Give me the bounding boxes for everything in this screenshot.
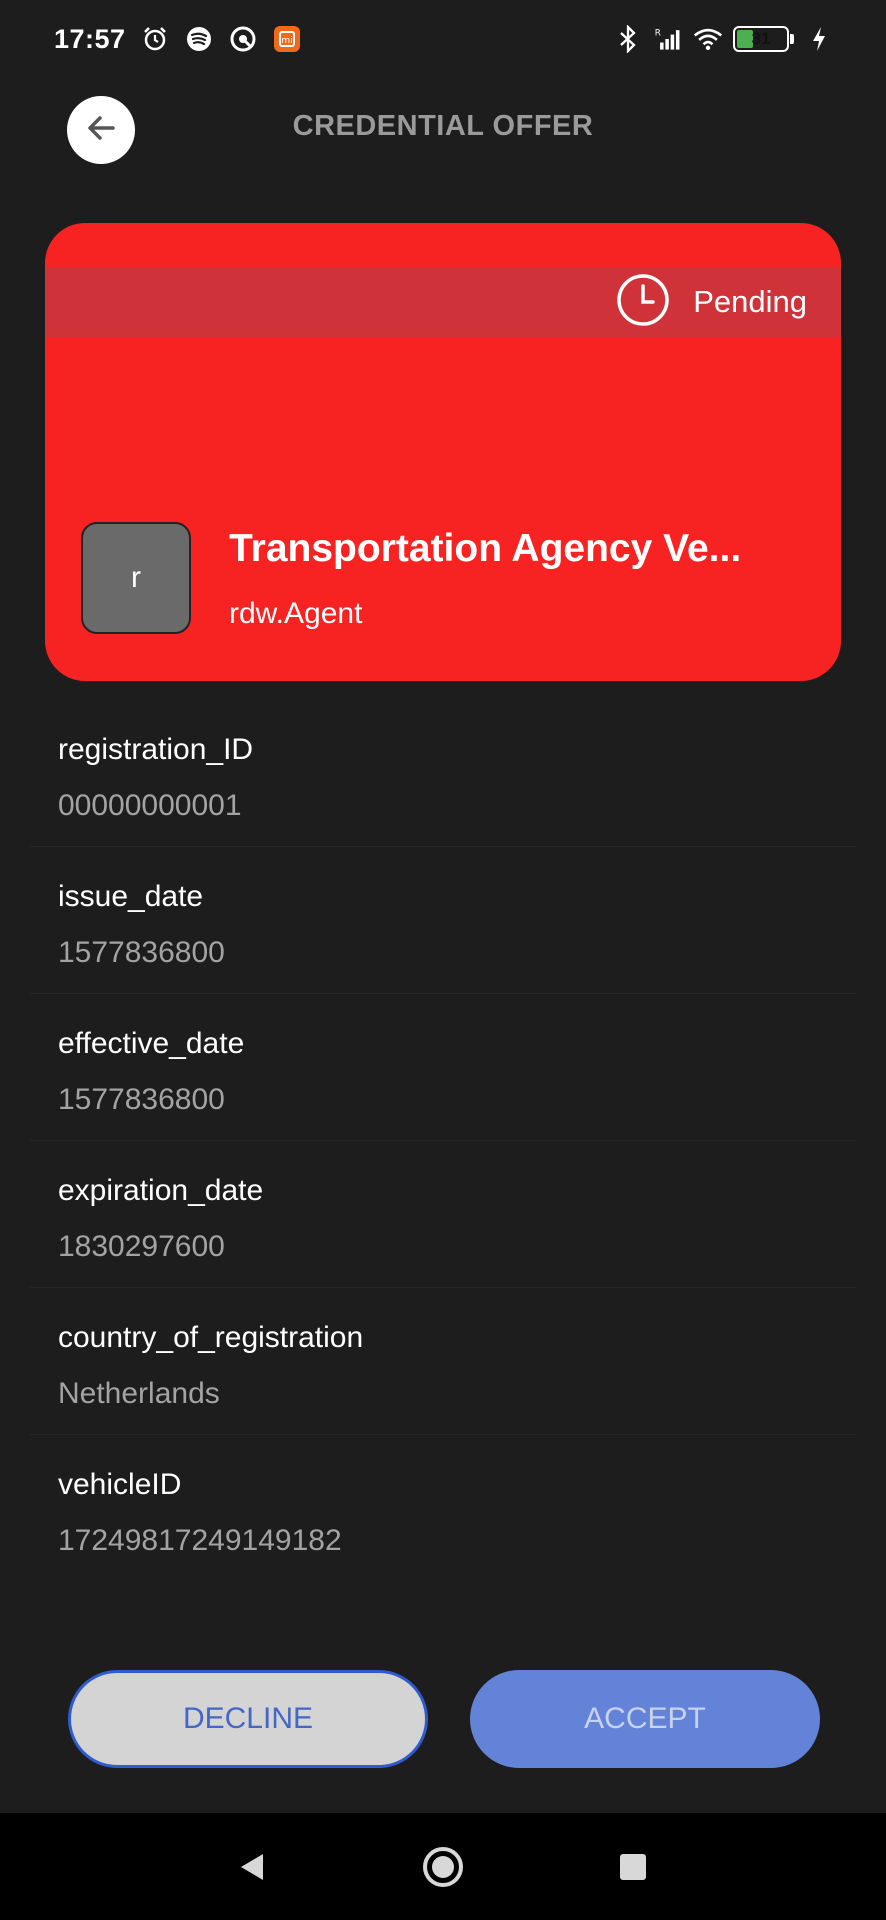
clock-icon <box>615 272 671 333</box>
list-item: country_of_registration Netherlands <box>30 1288 856 1435</box>
svg-text:mi: mi <box>281 36 292 46</box>
accept-button[interactable]: ACCEPT <box>470 1670 820 1768</box>
wifi-icon <box>693 24 723 54</box>
page-title: CREDENTIAL OFFER <box>292 110 594 142</box>
attribute-value: 1577836800 <box>58 1083 225 1116</box>
nav-home-icon[interactable] <box>418 1842 468 1892</box>
svg-text:R: R <box>655 28 661 38</box>
charging-icon <box>804 24 834 54</box>
status-bar: 17:57 mi R 31 <box>0 0 886 78</box>
list-item: issue_date 1577836800 <box>30 847 856 994</box>
credential-title: Transportation Agency Ve... <box>229 527 742 570</box>
credential-issuer: rdw.Agent <box>229 597 363 630</box>
attribute-value: 1577836800 <box>58 936 225 969</box>
avatar: r <box>81 522 191 634</box>
list-item: expiration_date 1830297600 <box>30 1141 856 1288</box>
attribute-value: 17249817249149182 <box>58 1524 342 1557</box>
alarm-icon <box>140 24 170 54</box>
list-item: effective_date 1577836800 <box>30 994 856 1141</box>
app-icon <box>228 24 258 54</box>
bluetooth-icon <box>613 24 643 54</box>
battery-indicator: 31 <box>733 26 789 52</box>
attribute-label: vehicleID <box>58 1468 182 1501</box>
attribute-value: 1830297600 <box>58 1230 225 1263</box>
status-left: 17:57 mi <box>54 24 302 55</box>
attribute-value: Netherlands <box>58 1377 220 1410</box>
decline-button[interactable]: DECLINE <box>68 1670 428 1768</box>
attribute-value: 00000000001 <box>58 789 242 822</box>
nav-back-icon[interactable] <box>228 1842 278 1892</box>
spotify-icon <box>184 24 214 54</box>
attribute-label: registration_ID <box>58 733 254 766</box>
battery-level: 31 <box>751 29 771 48</box>
mi-icon: mi <box>272 24 302 54</box>
status-right: R 31 <box>613 24 834 54</box>
attribute-list: registration_ID 00000000001 issue_date 1… <box>30 700 856 1582</box>
attribute-label: effective_date <box>58 1027 245 1060</box>
battery-icon: 31 <box>733 26 794 52</box>
attribute-label: expiration_date <box>58 1174 264 1207</box>
system-nav-bar <box>0 1813 886 1920</box>
signal-icon: R <box>653 24 683 54</box>
attribute-label: issue_date <box>58 880 204 913</box>
attribute-label: country_of_registration <box>58 1321 364 1354</box>
nav-recents-icon[interactable] <box>608 1842 658 1892</box>
list-item: vehicleID 17249817249149182 <box>30 1435 856 1582</box>
credential-card[interactable]: Pending r Transportation Agency Ve... rd… <box>45 223 841 681</box>
status-strip: Pending <box>45 267 841 337</box>
list-item: registration_ID 00000000001 <box>30 700 856 847</box>
status-badge: Pending <box>693 284 807 319</box>
status-time: 17:57 <box>54 23 126 54</box>
